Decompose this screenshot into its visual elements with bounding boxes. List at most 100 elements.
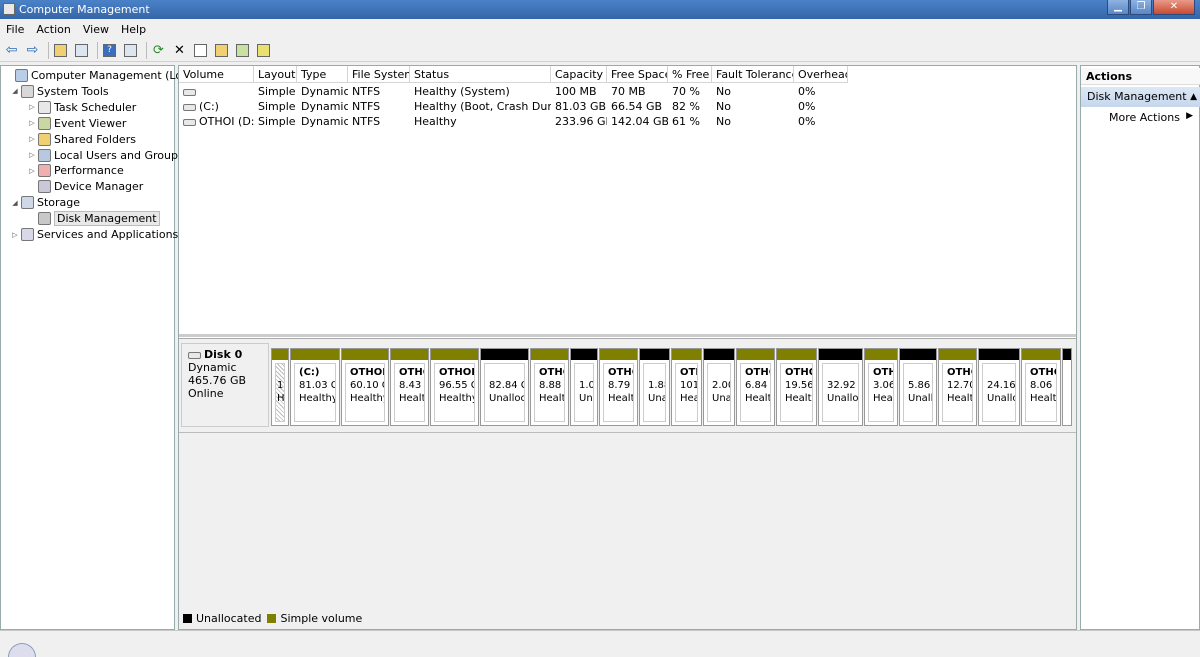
expand-arrow-icon[interactable]: ▷ [11, 231, 19, 239]
export-icon[interactable] [255, 42, 272, 59]
up-folder-icon[interactable] [52, 42, 69, 59]
volume-row[interactable]: OTHOI (D:) Simple Dynamic NTFS Healthy 233.96… [179, 115, 1076, 130]
expand-arrow-icon[interactable]: ▷ [28, 151, 36, 159]
menu-file[interactable]: File [0, 23, 30, 36]
column-header--free[interactable]: % Free [668, 66, 712, 83]
help-icon[interactable]: ? [101, 42, 118, 59]
maximize-button[interactable]: ❐ [1130, 0, 1152, 15]
column-header-volume[interactable]: Volume [179, 66, 254, 83]
partition-color-band [640, 349, 669, 360]
partition-name [827, 366, 854, 379]
partition-simple[interactable]: OTHC 6.84 C Healt [736, 348, 775, 426]
column-header-type[interactable]: Type [297, 66, 348, 83]
open-icon[interactable] [213, 42, 230, 59]
partition-unalloc[interactable]: 2.00 Una [703, 348, 735, 426]
properties-icon[interactable] [122, 42, 139, 59]
menu-help[interactable]: Help [115, 23, 152, 36]
partition-details: OTH 3.06 Heal [868, 363, 894, 422]
expand-arrow-icon[interactable]: ▷ [28, 135, 36, 143]
partition-simple[interactable]: OTHOI 60.10 G Healthy [341, 348, 389, 426]
tree-item-shared-folders[interactable]: ▷ Shared Folders [28, 132, 136, 147]
close-button[interactable]: ✕ [1153, 0, 1195, 15]
tree-item-system-tools[interactable]: ◢ System Tools [11, 84, 109, 99]
tree-item-performance[interactable]: ▷ Performance [28, 163, 124, 178]
partition-simple[interactable]: OTHC 12.70 Healt [938, 348, 977, 426]
legend-label-simple: Simple volume [280, 612, 363, 625]
tree-item-disk-management[interactable]: Disk Management [28, 211, 160, 227]
start-orb-icon[interactable] [8, 643, 36, 657]
partition-simple[interactable]: OTHC 8.88 C Healt [530, 348, 569, 426]
partition-unalloc[interactable]: 1.00 Una [570, 348, 598, 426]
tree-item-label: Device Manager [54, 180, 144, 194]
partition-color-band [600, 349, 637, 360]
tree-item-event-viewer[interactable]: ▷ Event Viewer [28, 116, 126, 131]
partition-simple[interactable]: OTHO 19.56 C Health [776, 348, 817, 426]
column-header-capacity[interactable]: Capacity [551, 66, 607, 83]
partition-simple[interactable]: OTHC 8.43 C Healt [390, 348, 429, 426]
partition-name: OTHC [399, 367, 424, 378]
forward-arrow-icon[interactable]: ⇨ [24, 42, 41, 59]
tree-item-services-and-applications[interactable]: ▷ Services and Applications [11, 227, 178, 242]
column-header-layout[interactable]: Layout [254, 66, 297, 83]
tree-item-computer-management-local[interactable]: Computer Management (Local) [5, 68, 202, 83]
partition-color-band [391, 349, 428, 360]
partition-unalloc[interactable]: 24.16 C Unallo [978, 348, 1020, 426]
partition-name: OTHC [1030, 367, 1056, 378]
refresh-icon[interactable]: ⟳ [150, 42, 167, 59]
column-header-fault-tolerance[interactable]: Fault Tolerance [712, 66, 794, 83]
expand-arrow-icon[interactable]: ◢ [11, 199, 19, 207]
actions-pane: Actions Disk Management ▲ More Actions ▶ [1080, 65, 1200, 630]
partition-size: 96.55 GI [439, 380, 474, 391]
partition-simple[interactable]: OTI 101 Hea [671, 348, 702, 426]
minimize-button[interactable]: ▁ [1107, 0, 1129, 15]
partition-unalloc[interactable] [1062, 348, 1072, 426]
cell-free-space: 142.04 GB [611, 115, 668, 128]
expand-arrow-icon[interactable]: ▷ [28, 119, 36, 127]
volume-row[interactable]: Simple Dynamic NTFS Healthy (System) 100 MB 7… [179, 85, 1076, 100]
partition-simple[interactable]: OTHC 8.06 C Healt [1021, 348, 1061, 426]
expand-arrow-icon[interactable]: ▷ [28, 167, 36, 175]
cell-status: Healthy [414, 115, 457, 128]
horizontal-scrollbar[interactable] [179, 334, 1076, 337]
partition-simple[interactable]: OTHC 8.79 C Healt [599, 348, 638, 426]
properties-sheet-icon[interactable] [192, 42, 209, 59]
partition-name [277, 366, 283, 379]
find-icon[interactable] [234, 42, 251, 59]
menu-action[interactable]: Action [30, 23, 76, 36]
app-icon [3, 3, 15, 15]
partition-simple[interactable]: OTH 3.06 Heal [864, 348, 898, 426]
back-arrow-icon[interactable]: ⇦ [3, 42, 20, 59]
show-hide-tree-icon[interactable] [73, 42, 90, 59]
partition-color-band [737, 349, 774, 360]
partition-unalloc[interactable]: 5.86 C Unall [899, 348, 937, 426]
column-header-free-space[interactable]: Free Space [607, 66, 668, 83]
collapse-arrow-icon[interactable]: ▲ [1190, 87, 1197, 107]
menu-view[interactable]: View [77, 23, 115, 36]
console-tree: Computer Management (Local) ◢ System Tools… [0, 65, 202, 630]
column-header-file-system[interactable]: File System [348, 66, 410, 83]
delete-icon[interactable]: ✕ [171, 42, 188, 59]
partition-unalloc[interactable]: 32.92 G Unalloc [818, 348, 863, 426]
tree-item-storage[interactable]: ◢ Storage [11, 195, 80, 210]
partition-unalloc[interactable]: 82.84 GI Unalloc [480, 348, 529, 426]
volume-drive-icon [183, 118, 196, 126]
partition-color-band [272, 349, 288, 360]
volume-row[interactable]: (C:) Simple Dynamic NTFS Healthy (Boot, Cras… [179, 100, 1076, 115]
more-actions-item[interactable]: More Actions [1109, 111, 1180, 124]
actions-section-disk-management[interactable]: Disk Management ▲ [1081, 87, 1200, 107]
expand-arrow-icon[interactable]: ▷ [28, 103, 36, 111]
partition-details: (C:) 81.03 GI Healthy [294, 363, 336, 422]
partition-simple[interactable]: OTHOI 96.55 GI Healthy [430, 348, 479, 426]
tree-item-device-manager[interactable]: Device Manager [28, 179, 143, 194]
tree-item-task-scheduler[interactable]: ▷ Task Scheduler [28, 100, 136, 115]
partition-simple[interactable]: 10 H [271, 348, 289, 426]
tree-item-local-users-and-groups[interactable]: ▷ Local Users and Groups [28, 148, 184, 163]
column-header-status[interactable]: Status [410, 66, 551, 83]
partition-details: OTHC 12.70 Healt [942, 363, 973, 422]
expand-arrow-icon[interactable]: ◢ [11, 87, 19, 95]
disk-0-label[interactable]: Disk 0 Dynamic 465.76 GB Online [181, 343, 269, 427]
partition-simple[interactable]: (C:) 81.03 GI Healthy [290, 348, 340, 426]
partition-unalloc[interactable]: 1.88 Una [639, 348, 670, 426]
column-header-overhead[interactable]: Overhead [794, 66, 848, 83]
disk-name: Disk 0 [204, 348, 243, 361]
